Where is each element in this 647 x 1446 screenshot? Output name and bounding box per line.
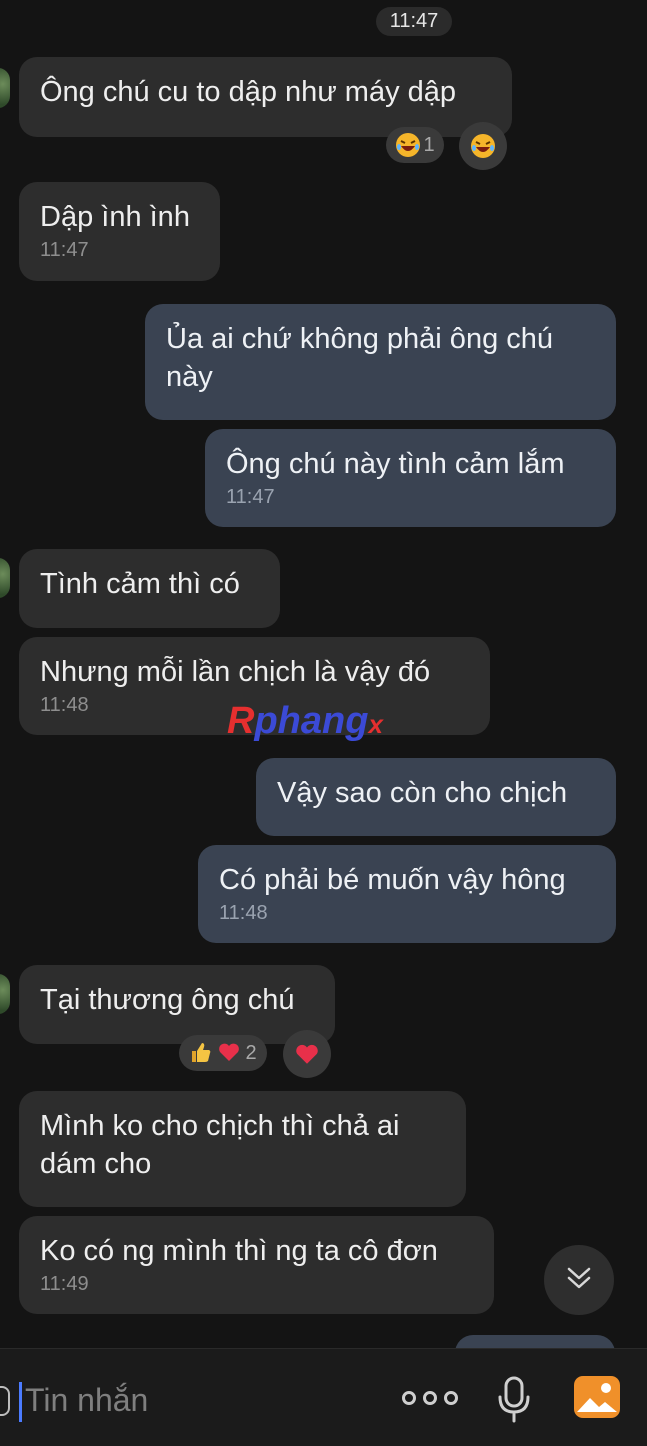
message-bubble-outgoing[interactable]: Có phải bé muốn vậy hông 11:48 bbox=[198, 845, 616, 943]
message-time: 11:49 bbox=[40, 1273, 89, 1295]
date-time-separator: 11:47 bbox=[376, 7, 452, 36]
scroll-to-bottom-button[interactable] bbox=[544, 1245, 614, 1315]
reaction-summary[interactable]: 2 bbox=[179, 1035, 267, 1071]
message-bubble-incoming[interactable]: Tình cảm thì có bbox=[19, 549, 280, 628]
heart-icon bbox=[294, 1041, 320, 1067]
message-bubble-outgoing[interactable]: Ủa ai chứ không phải ông chú này bbox=[145, 304, 616, 420]
reaction-count: 2 bbox=[245, 1041, 257, 1064]
double-chevron-down-icon bbox=[564, 1263, 594, 1298]
message-text: Ông chú cu to dập như máy dập bbox=[40, 76, 457, 108]
message-bubble-outgoing[interactable]: Vậy sao còn cho chịch bbox=[256, 758, 616, 836]
message-text: Mình ko cho chịch thì chả ai dám cho bbox=[40, 1110, 400, 1180]
message-text: Tại thương ông chú bbox=[40, 984, 295, 1016]
gallery-icon[interactable] bbox=[572, 1374, 622, 1420]
avatar[interactable] bbox=[0, 68, 10, 108]
message-input[interactable]: Tin nhắn bbox=[25, 1378, 148, 1422]
message-time: 11:48 bbox=[219, 902, 268, 924]
more-options-icon[interactable] bbox=[402, 1387, 458, 1409]
heart-icon bbox=[217, 1040, 243, 1066]
message-bubble-incoming[interactable]: Ko có ng mình thì ng ta cô đơn 11:49 bbox=[19, 1216, 494, 1314]
message-bubble-outgoing[interactable]: Ông chú này tình cảm lắm 11:47 bbox=[205, 429, 616, 527]
message-text: Nhưng mỗi lần chịch là vậy đó bbox=[40, 656, 431, 688]
microphone-icon[interactable] bbox=[494, 1375, 534, 1425]
watermark-logo: Rphangx bbox=[227, 700, 383, 742]
message-text: Dập ình ình bbox=[40, 201, 190, 233]
message-text: Vậy sao còn cho chịch bbox=[277, 777, 568, 809]
quick-reaction-button[interactable] bbox=[283, 1030, 331, 1078]
message-bubble-incoming[interactable]: Dập ình ình 11:47 bbox=[19, 182, 220, 281]
message-bubble-incoming[interactable]: Ông chú cu to dập như máy dập bbox=[19, 57, 512, 137]
message-text: Ông chú này tình cảm lắm bbox=[226, 448, 565, 480]
message-text: Tình cảm thì có bbox=[40, 568, 240, 600]
thumbs-up-icon bbox=[189, 1040, 215, 1066]
emoji-icon[interactable] bbox=[0, 1386, 10, 1416]
message-text: Ủa ai chứ không phải ông chú này bbox=[166, 323, 554, 393]
quick-reaction-button[interactable] bbox=[459, 122, 507, 170]
message-text: Ko có ng mình thì ng ta cô đơn bbox=[40, 1235, 438, 1267]
reaction-summary[interactable]: 1 bbox=[386, 127, 444, 163]
message-list[interactable]: 11:47 Ông chú cu to dập như máy dập 1 Dậ… bbox=[0, 0, 647, 1348]
avatar[interactable] bbox=[0, 974, 10, 1014]
laughing-face-icon bbox=[395, 132, 421, 158]
reaction-count: 1 bbox=[423, 133, 435, 156]
message-text: Có phải bé muốn vậy hông bbox=[219, 864, 566, 896]
message-bubble-outgoing[interactable] bbox=[455, 1335, 615, 1348]
message-time: 11:47 bbox=[226, 486, 275, 508]
message-bubble-incoming[interactable]: Mình ko cho chịch thì chả ai dám cho bbox=[19, 1091, 466, 1207]
avatar[interactable] bbox=[0, 558, 10, 598]
text-cursor bbox=[19, 1382, 22, 1422]
message-time: 11:47 bbox=[40, 239, 89, 261]
laughing-face-icon bbox=[470, 133, 496, 159]
message-bubble-incoming[interactable]: Tại thương ông chú bbox=[19, 965, 335, 1044]
